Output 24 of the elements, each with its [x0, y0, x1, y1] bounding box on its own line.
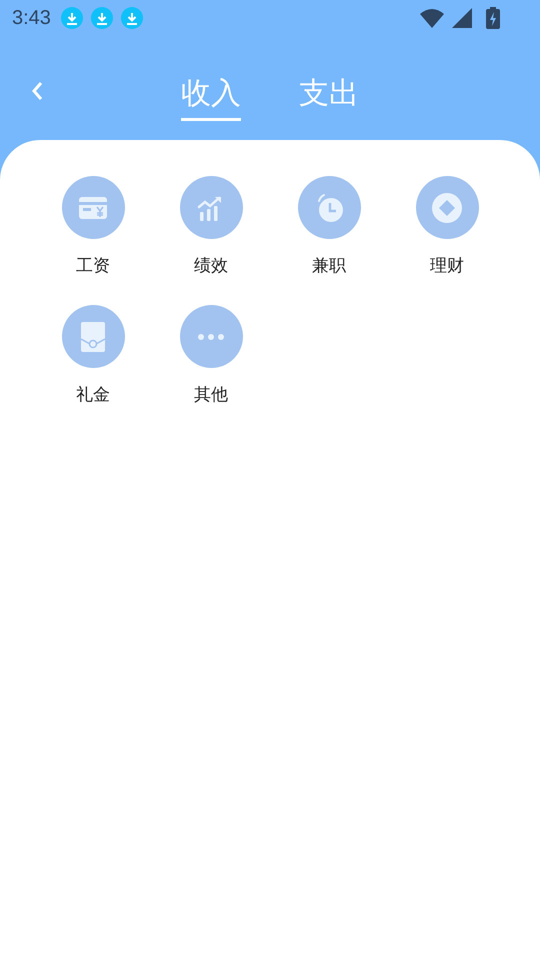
category-item[interactable]: 其他: [152, 305, 270, 406]
signal-icon: [452, 8, 472, 28]
category-label: 绩效: [194, 255, 228, 277]
envelope-icon: [81, 322, 105, 352]
category-item[interactable]: 兼职: [270, 176, 388, 277]
category-label: 礼金: [76, 384, 110, 406]
wifi-icon: [420, 8, 444, 28]
download-icon: [60, 7, 83, 29]
category-item[interactable]: 理财: [388, 176, 506, 277]
download-icon: [120, 7, 143, 29]
more-icon: [197, 332, 225, 340]
category-label: 工资: [76, 255, 110, 277]
category-item[interactable]: 绩效: [152, 176, 270, 277]
category-label: 其他: [194, 384, 228, 406]
battery-icon: [486, 7, 500, 29]
download-icon: [90, 7, 113, 29]
status-time: 3:43: [12, 6, 51, 30]
back-button[interactable]: [30, 80, 44, 102]
card-icon: [78, 194, 108, 220]
coin-icon: [432, 192, 462, 222]
category-label: 理财: [430, 255, 464, 277]
category-label: 兼职: [312, 255, 346, 277]
category-item[interactable]: 礼金: [34, 305, 152, 406]
category-item[interactable]: 工资: [34, 176, 152, 277]
